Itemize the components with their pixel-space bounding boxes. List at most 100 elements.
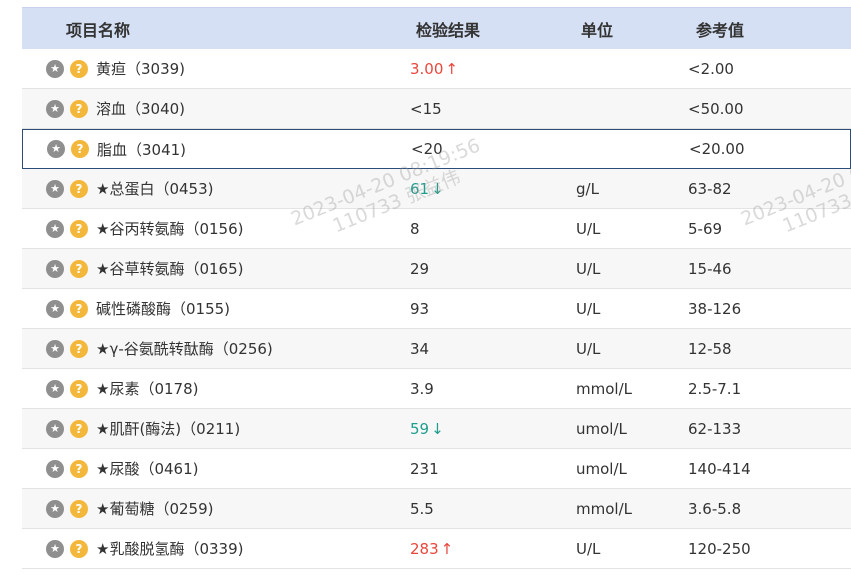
- header-unit: 单位: [581, 20, 614, 40]
- item-name: 溶血（3040): [96, 100, 186, 118]
- reference-cell: 62-133: [688, 419, 742, 438]
- table-row[interactable]: ★? ★葡萄糖（0259) 5.5 mmol/L 3.6-5.8: [22, 489, 851, 529]
- unit-cell: mmol/L: [576, 379, 632, 398]
- result-value: 59: [410, 419, 430, 438]
- result-value: 34: [410, 339, 430, 358]
- unit-cell: umol/L: [576, 459, 627, 478]
- item-name: ★谷草转氨酶（0165): [96, 260, 244, 278]
- question-icon[interactable]: ?: [70, 339, 88, 358]
- star-icon[interactable]: ★: [46, 59, 64, 78]
- star-icon[interactable]: ★: [46, 299, 64, 318]
- item-name: ★谷丙转氨酶（0156): [96, 220, 244, 238]
- item-name: 碱性磷酸酶（0155): [96, 300, 231, 318]
- item-name: ★尿酸（0461): [96, 460, 199, 478]
- item-name: ★尿素（0178): [96, 380, 199, 398]
- reference-cell: 12-58: [688, 339, 732, 358]
- item-name-cell: ★? ★乳酸脱氢酶（0339): [22, 538, 372, 559]
- result-cell: 59 ↓: [372, 420, 540, 438]
- reference-cell: 38-126: [688, 299, 742, 318]
- unit-cell: U/L: [576, 259, 601, 278]
- result-cell: 61 ↓: [372, 180, 540, 198]
- result-cell: 29: [372, 260, 540, 278]
- table-row[interactable]: ★? ★谷丙转氨酶（0156) 8 U/L 5-69: [22, 209, 851, 249]
- table-row[interactable]: ★? ★总蛋白（0453) 61 ↓ g/L 63-82: [22, 169, 851, 209]
- unit-cell: mmol/L: [576, 499, 632, 518]
- result-cell: 3.00 ↑: [372, 60, 540, 78]
- star-icon[interactable]: ★: [46, 339, 64, 358]
- reference-cell: 63-82: [688, 179, 732, 198]
- reference-cell: <50.00: [688, 99, 744, 118]
- question-icon[interactable]: ?: [70, 299, 88, 318]
- flag-arrow-icon: ↓: [431, 419, 444, 438]
- flag-arrow-icon: ↑: [445, 59, 458, 78]
- result-value: 29: [410, 259, 430, 278]
- table-row[interactable]: ★? ★尿酸（0461) 231 umol/L 140-414: [22, 449, 851, 489]
- table-row[interactable]: ★? 碱性磷酸酶（0155) 93 U/L 38-126: [22, 289, 851, 329]
- star-icon[interactable]: ★: [46, 179, 64, 198]
- star-icon[interactable]: ★: [46, 459, 64, 478]
- item-name-cell: ★? ★谷丙转氨酶（0156): [22, 218, 372, 239]
- star-icon[interactable]: ★: [46, 539, 64, 558]
- reference-cell: <2.00: [688, 59, 734, 78]
- table-body: ★? 黄疸（3039) 3.00 ↑ <2.00 ★? 溶血（3040) <15 <50.00 ★…: [22, 49, 851, 569]
- result-value: 61: [410, 179, 430, 198]
- result-cell: 3.9: [372, 380, 540, 398]
- reference-cell: <20.00: [689, 140, 745, 158]
- question-icon[interactable]: ?: [70, 419, 88, 438]
- table-row[interactable]: ★? ★γ-谷氨酰转酞酶（0256) 34 U/L 12-58: [22, 329, 851, 369]
- table-row[interactable]: ★? ★肌酐(酶法)（0211) 59 ↓ umol/L 62-133: [22, 409, 851, 449]
- item-name-cell: ★? ★葡萄糖（0259): [22, 498, 372, 519]
- question-icon[interactable]: ?: [70, 259, 88, 278]
- item-name: ★葡萄糖（0259): [96, 500, 214, 518]
- table-row[interactable]: ★? 溶血（3040) <15 <50.00: [22, 89, 851, 129]
- item-name: ★总蛋白（0453): [96, 180, 214, 198]
- question-icon[interactable]: ?: [70, 539, 88, 558]
- unit-cell: U/L: [576, 219, 601, 238]
- star-icon[interactable]: ★: [46, 499, 64, 518]
- item-name: ★乳酸脱氢酶（0339): [96, 540, 244, 558]
- star-icon[interactable]: ★: [46, 259, 64, 278]
- question-icon[interactable]: ?: [70, 459, 88, 478]
- question-icon[interactable]: ?: [70, 59, 88, 78]
- question-icon[interactable]: ?: [70, 499, 88, 518]
- result-cell: 231: [372, 460, 540, 478]
- result-value: 231: [410, 459, 439, 478]
- result-cell: <20: [373, 140, 541, 158]
- result-cell: 8: [372, 220, 540, 238]
- table-row[interactable]: ★? 脂血（3041) <20 <20.00: [22, 129, 851, 169]
- flag-arrow-icon: ↓: [431, 179, 444, 198]
- unit-cell: U/L: [576, 299, 601, 318]
- table-row[interactable]: ★? 黄疸（3039) 3.00 ↑ <2.00: [22, 49, 851, 89]
- result-cell: 34: [372, 340, 540, 358]
- star-icon[interactable]: ★: [46, 219, 64, 238]
- item-name-cell: ★? ★尿素（0178): [22, 378, 372, 399]
- item-name: 黄疸（3039): [96, 60, 186, 78]
- header-ref: 参考值: [696, 20, 745, 40]
- star-icon[interactable]: ★: [46, 379, 64, 398]
- question-icon[interactable]: ?: [70, 219, 88, 238]
- table-row[interactable]: ★? ★尿素（0178) 3.9 mmol/L 2.5-7.1: [22, 369, 851, 409]
- question-icon[interactable]: ?: [71, 140, 89, 158]
- question-icon[interactable]: ?: [70, 379, 88, 398]
- table-header: 项目名称 检验结果 单位 参考值: [22, 7, 851, 49]
- reference-cell: 2.5-7.1: [688, 379, 742, 398]
- table-row[interactable]: ★? ★谷草转氨酶（0165) 29 U/L 15-46: [22, 249, 851, 289]
- item-name-cell: ★? 黄疸（3039): [22, 58, 372, 79]
- result-value: 283: [410, 539, 439, 558]
- result-value: 5.5: [410, 499, 434, 518]
- star-icon[interactable]: ★: [47, 140, 65, 158]
- item-name-cell: ★? ★总蛋白（0453): [22, 178, 372, 199]
- result-cell: 283 ↑: [372, 540, 540, 558]
- reference-cell: 140-414: [688, 459, 751, 478]
- result-value: 8: [410, 219, 420, 238]
- question-icon[interactable]: ?: [70, 99, 88, 118]
- unit-cell: U/L: [576, 339, 601, 358]
- star-icon[interactable]: ★: [46, 99, 64, 118]
- star-icon[interactable]: ★: [46, 419, 64, 438]
- question-icon[interactable]: ?: [70, 179, 88, 198]
- result-cell: <15: [372, 100, 540, 118]
- table-row[interactable]: ★? ★乳酸脱氢酶（0339) 283 ↑ U/L 120-250: [22, 529, 851, 569]
- item-name-cell: ★? 碱性磷酸酶（0155): [22, 298, 372, 319]
- result-value: <15: [410, 99, 442, 118]
- item-name-cell: ★? ★γ-谷氨酰转酞酶（0256): [22, 338, 372, 359]
